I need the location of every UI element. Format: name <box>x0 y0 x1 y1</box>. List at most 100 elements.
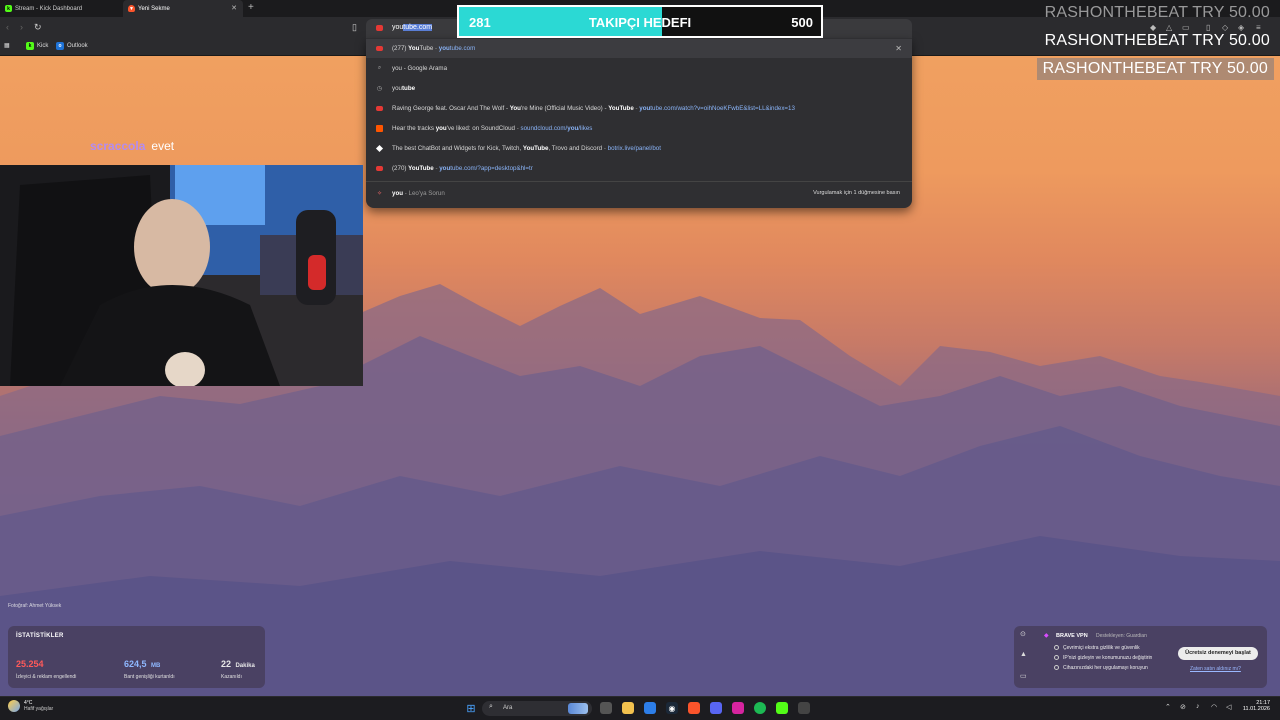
suggestion-item[interactable]: (270) YouTube - youtube.com/?app=desktop… <box>366 159 912 178</box>
suggestion-item[interactable]: ◷ youtube <box>366 79 912 98</box>
donation-alert: RASHONTHEBEAT TRY 50.00 <box>1044 4 1270 21</box>
stats-title: İSTATİSTİKLER <box>16 633 64 639</box>
search-highlight-icon <box>568 703 588 714</box>
chat-username: scraccola <box>90 139 146 153</box>
stat-value: 25.254 <box>16 659 44 669</box>
donation-alert: RASHONTHEBEAT TRY 50.00 <box>1044 32 1270 49</box>
kick-app-icon[interactable] <box>776 702 788 714</box>
vpn-feature: Çevrimiçi ekstra gizlilik ve güvenlik <box>1054 645 1140 651</box>
chat-text: evet <box>151 139 175 153</box>
outlook-icon: o <box>56 42 64 50</box>
search-icon: ⌕ <box>489 703 493 710</box>
vpn-feature: Cihazınızdaki her uygulamayı koruyun <box>1054 665 1148 671</box>
soundcloud-icon <box>376 125 383 132</box>
forward-icon[interactable]: › <box>20 22 23 32</box>
vpn-icon[interactable]: ◇ <box>1222 23 1228 32</box>
vpn-title: BRAVE VPN <box>1056 633 1088 639</box>
leo-ai-icon: ✧ <box>376 191 383 197</box>
stat-unit: MB <box>150 663 161 669</box>
wallet-icon[interactable]: ▭ <box>1182 23 1190 32</box>
vpn-sponsor: Destekleyen: Guardian <box>1096 633 1147 639</box>
windows-taskbar: 4°C Hafif yağışlar ⊞ ⌕ Ara ◉ ⌃ ⊘ ♪ ◠ ◁ 2… <box>0 696 1280 720</box>
stat-desc: Kazanıldı <box>221 674 242 680</box>
bookmark-icon[interactable]: ▯ <box>352 22 357 33</box>
stat-time-saved: 22 Dakika Kazanıldı <box>221 654 255 680</box>
close-tab-icon[interactable]: ✕ <box>231 4 237 12</box>
remove-suggestion-icon[interactable]: ✕ <box>895 44 902 53</box>
wallet-icon[interactable]: ◈ <box>1238 23 1244 32</box>
mic-icon[interactable]: ♪ <box>1196 703 1200 710</box>
back-icon[interactable]: ‹ <box>6 22 9 32</box>
suggestion-item[interactable]: The best ChatBot and Widgets for Kick, T… <box>366 139 912 158</box>
clock[interactable]: 21:17 11.01.2026 <box>1243 700 1270 712</box>
search-label: Ara <box>503 705 513 711</box>
reload-icon[interactable]: ↻ <box>34 22 42 33</box>
taskbar-search[interactable]: ⌕ Ara <box>482 701 592 716</box>
start-icon[interactable]: ⊞ <box>465 702 477 715</box>
brave-stats-widget: İSTATİSTİKLER 25.254 İzleyici & reklam e… <box>8 626 265 688</box>
brave-favicon-icon: ▼ <box>128 5 135 12</box>
brave-shields-icon[interactable]: ◆ <box>1150 23 1156 32</box>
stat-bandwidth: 624,5 MB Bant genişliği kurtarıldı <box>124 654 175 680</box>
bookmark-label: Outlook <box>67 43 88 49</box>
start-trial-button[interactable]: Ücretsiz denemeyi başlat <box>1178 647 1258 660</box>
bookmark-kick[interactable]: k Kick <box>26 42 48 50</box>
history-icon: ◷ <box>376 86 383 92</box>
new-tab-icon[interactable]: + <box>248 2 254 13</box>
suggestion-item[interactable]: Hear the tracks you've liked: on SoundCl… <box>366 119 912 138</box>
sidebar-icon[interactable]: ▯ <box>1206 23 1210 32</box>
discord-icon[interactable] <box>710 702 722 714</box>
suggestion-leo[interactable]: ✧ you - Leo'ya Sorun Vurgulamak için 1 d… <box>366 184 912 203</box>
edge-icon[interactable] <box>644 702 656 714</box>
volume-icon[interactable]: ◁ <box>1226 703 1231 711</box>
obs-icon[interactable] <box>798 702 810 714</box>
suggestion-item[interactable]: ⌕ you - Google Arama <box>366 59 912 78</box>
keyboard-hint: Vurgulamak için 1 düğmesine basın <box>813 190 900 196</box>
apps-grid-icon[interactable]: ▦ <box>4 42 10 49</box>
tab-new-tab[interactable]: ▼ Yeni Sekme ✕ <box>123 0 243 17</box>
address-input[interactable]: youtube.com <box>392 24 433 31</box>
suggestion-item[interactable]: Raving George feat. Oscar And The Wolf -… <box>366 99 912 118</box>
file-explorer-icon[interactable] <box>622 702 634 714</box>
wifi-icon[interactable]: ◠ <box>1211 703 1217 711</box>
location-icon[interactable]: ⊙ <box>1020 630 1026 638</box>
goal-target-value: 500 <box>791 15 813 30</box>
suggestion-item[interactable]: (277) YouTube - youtube.com ✕ <box>366 39 912 58</box>
divider <box>366 181 912 182</box>
autocomplete-selection: tube.com <box>403 24 433 31</box>
news-icon[interactable]: ▭ <box>1020 672 1027 680</box>
already-purchased-link[interactable]: Zaten satın aldınız mı? <box>1190 666 1241 672</box>
stat-desc: Bant genişliği kurtarıldı <box>124 674 175 680</box>
botrix-icon <box>375 144 384 153</box>
steam-icon[interactable]: ◉ <box>666 702 678 714</box>
weather-widget[interactable]: 4°C Hafif yağışlar <box>8 700 53 712</box>
chat-message: scraccola evet <box>90 139 174 153</box>
bookmark-label: Kick <box>37 43 49 49</box>
spotify-icon[interactable] <box>754 702 766 714</box>
network-icon[interactable]: ⊘ <box>1180 703 1186 711</box>
photo-credit: Fotoğraf: Ahmet Yüksek <box>8 603 62 609</box>
tray-overflow-icon[interactable]: ⌃ <box>1165 703 1171 711</box>
tab-kick-dashboard[interactable]: k Stream - Kick Dashboard <box>0 0 122 17</box>
stat-value: 22 <box>221 659 232 669</box>
brave-icon[interactable] <box>688 702 700 714</box>
bookmark-outlook[interactable]: o Outlook <box>56 42 88 50</box>
omnibox-suggestions: (277) YouTube - youtube.com ✕ ⌕ you - Go… <box>366 38 912 208</box>
webcam-feed <box>0 165 363 386</box>
youtube-icon <box>376 46 383 51</box>
brave-vpn-widget: ⊙ ▲ ▭ ◆ BRAVE VPN Destekleyen: Guardian … <box>1014 626 1267 688</box>
clock-date: 11.01.2026 <box>1242 706 1270 712</box>
goal-label: TAKIPÇI HEDEFI <box>588 15 692 30</box>
tab-label: Stream - Kick Dashboard <box>15 5 83 12</box>
weather-desc: Hafif yağışlar <box>24 706 54 712</box>
rewards-icon[interactable]: ▲ <box>1020 651 1027 658</box>
goal-current-value: 281 <box>469 15 491 30</box>
menu-icon[interactable]: ≡ <box>1256 23 1261 32</box>
stat-desc: İzleyici & reklam engellendi <box>16 674 77 680</box>
instagram-icon[interactable] <box>732 702 744 714</box>
task-view-icon[interactable] <box>600 702 612 714</box>
rewards-icon[interactable]: △ <box>1166 23 1172 32</box>
youtube-icon <box>376 106 383 111</box>
stat-ads-blocked: 25.254 İzleyici & reklam engellendi <box>16 654 76 680</box>
tab-label: Yeni Sekme <box>138 5 170 12</box>
